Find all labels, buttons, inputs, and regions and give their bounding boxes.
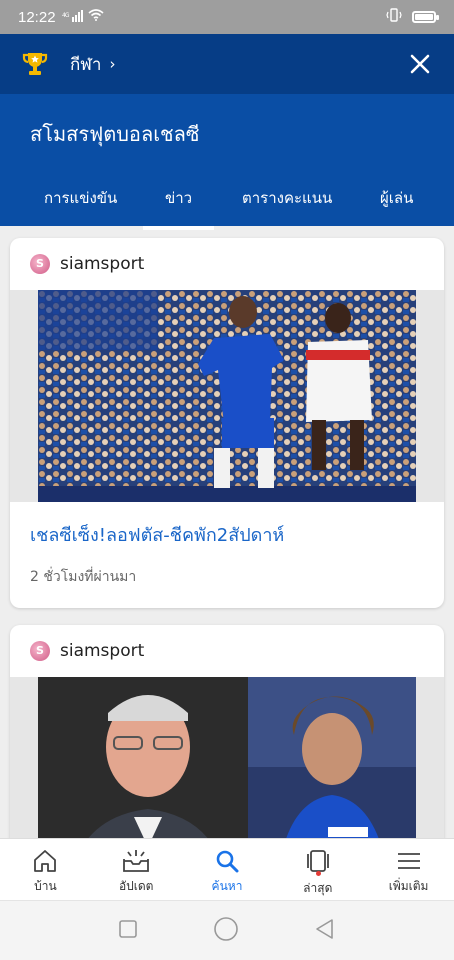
home-icon	[32, 849, 58, 873]
tab-players[interactable]: ผู้เล่น	[380, 186, 413, 210]
search-icon	[215, 849, 239, 873]
nav-recent[interactable]: ล่าสุด	[272, 839, 363, 900]
news-image[interactable]	[10, 677, 444, 838]
inbox-update-icon	[122, 849, 150, 873]
menu-icon	[396, 849, 422, 873]
card-source: siamsport	[10, 625, 444, 677]
top-bar: กีฬา ›	[0, 34, 454, 94]
news-image[interactable]	[10, 290, 444, 502]
card-source: siamsport	[10, 238, 444, 290]
source-logo-icon	[30, 254, 50, 274]
photo-football-match	[38, 290, 416, 502]
news-card[interactable]: siamsport	[10, 625, 444, 838]
signal-icon: 4G	[62, 9, 84, 25]
vibrate-icon	[386, 8, 402, 26]
bottom-nav: บ้าน อัปเดต ค้นหา ล่าสุด เพิ่มเติม	[0, 838, 454, 900]
nav-search[interactable]: ค้นหา	[182, 839, 273, 900]
system-nav-bar	[0, 900, 454, 960]
nav-home-label: บ้าน	[34, 879, 57, 893]
news-headline-link[interactable]: เชลซีเซ็ง!ลอฟตัส-ชีคพัก2สัปดาห์	[10, 502, 444, 550]
news-card[interactable]: siamsport	[10, 238, 444, 608]
nav-more-label: เพิ่มเติม	[388, 879, 429, 893]
notification-dot	[315, 871, 321, 876]
status-bar: 12:22 4G	[0, 0, 454, 34]
photo-manager-and-player	[38, 677, 416, 838]
source-logo-icon	[30, 641, 50, 661]
nav-updates[interactable]: อัปเดต	[91, 839, 182, 900]
page-title: สโมสรฟุตบอลเชลซี	[30, 122, 200, 146]
recent-apps-icon[interactable]	[118, 919, 138, 943]
news-timestamp: 2 ชั่วโมงที่ผ่านมา	[30, 569, 137, 585]
tab-standings[interactable]: ตารางคะแนน	[242, 186, 332, 210]
nav-updates-label: อัปเดต	[118, 879, 154, 893]
news-feed[interactable]: siamsport	[0, 226, 454, 838]
source-name: siamsport	[60, 641, 145, 661]
tab-matches[interactable]: การแข่งขัน	[44, 186, 117, 210]
close-icon[interactable]	[406, 50, 434, 78]
wifi-icon	[88, 9, 104, 25]
chevron-right-icon: ›	[109, 55, 116, 73]
source-name: siamsport	[60, 254, 145, 274]
status-time: 12:22	[18, 8, 56, 26]
tab-news[interactable]: ข่าว	[142, 186, 215, 230]
nav-more[interactable]: เพิ่มเติม	[363, 839, 454, 900]
nav-search-label: ค้นหา	[211, 879, 243, 893]
nav-home[interactable]: บ้าน	[0, 839, 91, 900]
team-header: สโมสรฟุตบอลเชลซี การแข่งขัน ข่าว ตารางคะ…	[0, 94, 454, 230]
battery-icon	[412, 11, 439, 23]
tab-bar: การแข่งขัน ข่าว ตารางคะแนน ผู้เล่น	[0, 164, 454, 230]
home-circle-icon[interactable]	[213, 916, 239, 946]
sport-link[interactable]: กีฬา	[70, 51, 101, 78]
svg-text:4G: 4G	[62, 12, 70, 19]
trophy-icon	[20, 49, 50, 79]
back-triangle-icon[interactable]	[314, 918, 336, 944]
nav-recent-label: ล่าสุด	[303, 881, 333, 895]
